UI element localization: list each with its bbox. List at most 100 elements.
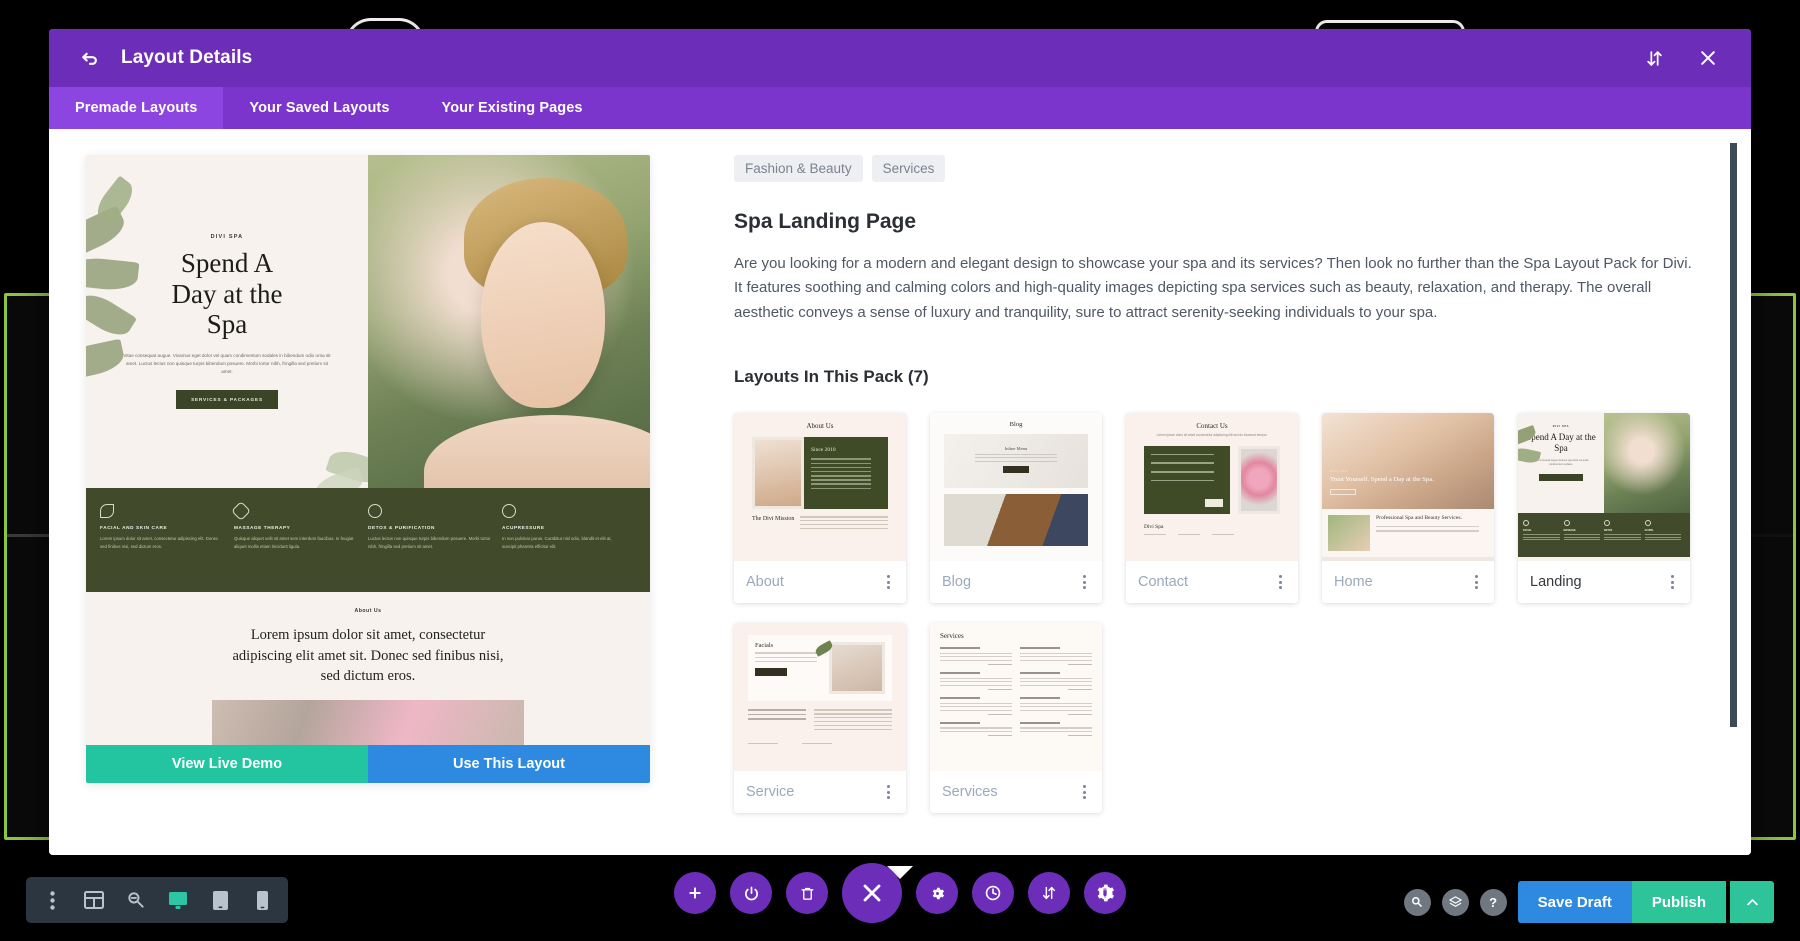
layout-card-name: Landing <box>1530 574 1582 591</box>
layout-card-contact[interactable]: Contact Us Lorem ipsum dolor sit amet co… <box>1126 413 1298 604</box>
close-icon[interactable] <box>1691 41 1725 75</box>
more-options-icon[interactable] <box>1079 781 1090 803</box>
layout-thumbnail: Contact Us Lorem ipsum dolor sit amet co… <box>1126 413 1298 562</box>
view-live-demo-button[interactable]: View Live Demo <box>86 745 368 783</box>
layout-card-footer: About <box>734 561 906 604</box>
layout-card-landing[interactable]: DIVI SPA Spend A Day at the Spa Vitae co… <box>1518 413 1690 604</box>
plugin-gear-icon[interactable] <box>1084 872 1126 914</box>
sort-icon[interactable] <box>1028 872 1070 914</box>
preview-heading-line-2: Day at the <box>171 278 283 309</box>
thumb-photo <box>752 437 804 510</box>
layout-card-services[interactable]: Services Services <box>930 623 1102 814</box>
layout-card-name: Contact <box>1138 574 1188 591</box>
preview-feature-title: MASSAGE THERAPY <box>234 525 291 530</box>
preview-feature-band: FACIAL AND SKIN CARE Lorem ipsum dolor s… <box>86 488 650 592</box>
layers-icon[interactable] <box>1441 888 1469 916</box>
layout-thumbnail: DIVI SPA Treat Yourself. Spend a Day at … <box>1322 413 1494 562</box>
use-this-layout-button[interactable]: Use This Layout <box>368 745 650 783</box>
builder-dock <box>674 863 1126 923</box>
layout-card-footer: Services <box>930 771 1102 814</box>
wireframe-icon[interactable] <box>74 880 114 920</box>
vertical-scrollbar[interactable] <box>1730 143 1737 727</box>
tag-fashion-beauty[interactable]: Fashion & Beauty <box>734 155 863 182</box>
preview-feature-item: ACUPRESSURE In non pulvinar purus. Curab… <box>502 504 636 592</box>
search-icon[interactable] <box>1403 888 1431 916</box>
preview-feature-item: MASSAGE THERAPY Quisque aliquet velit si… <box>231 501 368 592</box>
preview-feature-title: DETOX & PURIFICATION <box>368 525 436 530</box>
tab-your-saved-layouts-label: Your Saved Layouts <box>249 100 390 116</box>
desktop-icon[interactable] <box>158 880 198 920</box>
more-options-icon[interactable] <box>1275 571 1286 593</box>
more-options-icon[interactable] <box>1079 571 1090 593</box>
trash-icon[interactable] <box>786 872 828 914</box>
thumb-subtitle: Treat Yourself. Spend a Day at the Spa. <box>1330 476 1434 484</box>
preview-heading-line-3: Spa <box>206 309 248 340</box>
plus-icon[interactable] <box>674 872 716 914</box>
save-draft-button[interactable]: Save Draft <box>1517 881 1632 923</box>
thumb-subtitle: Divi Spa <box>1144 523 1164 530</box>
layout-thumbnail: About Us Since 2010 The Divi Mission <box>734 413 906 562</box>
preview-hero-image <box>368 155 650 488</box>
preview-action-bar: View Live Demo Use This Layout <box>86 745 650 783</box>
tag-list: Fashion & Beauty Services <box>734 155 1711 182</box>
page-title: Layout Details <box>121 47 253 68</box>
history-icon[interactable] <box>972 872 1014 914</box>
tablet-icon[interactable] <box>200 880 240 920</box>
preview-feature-item: FACIAL AND SKIN CARE Lorem ipsum dolor s… <box>100 504 234 592</box>
preview-about-line-1: Lorem ipsum dolor sit amet, consectetur <box>250 627 486 643</box>
more-options-icon[interactable] <box>883 781 894 803</box>
chevron-up-icon[interactable] <box>1730 881 1774 923</box>
layout-card-blog[interactable]: Blog Inline Menu Blog <box>930 413 1102 604</box>
model-face <box>480 221 605 409</box>
layout-thumbnail: Blog Inline Menu <box>930 413 1102 562</box>
preview-kicker: DIVI SPA <box>210 234 244 241</box>
close-x-icon[interactable] <box>842 863 902 923</box>
preview-about-line-2: adipiscing elit amet sit. Donec sed fini… <box>232 647 504 664</box>
preview-about-heading: Lorem ipsum dolor sit amet, consectetur … <box>86 625 650 687</box>
preview-about-line-3: sed dictum eros. <box>320 668 416 685</box>
layout-card-about[interactable]: About Us Since 2010 The Divi Mission Abo… <box>734 413 906 604</box>
tag-services[interactable]: Services <box>871 155 946 182</box>
more-options-icon[interactable] <box>1471 571 1482 593</box>
preview-about-section: About Us Lorem ipsum dolor sit amet, con… <box>86 592 650 766</box>
power-icon[interactable] <box>730 872 772 914</box>
layout-thumbnail: Facials <box>734 623 906 772</box>
tab-premade-layouts[interactable]: Premade Layouts <box>49 87 224 129</box>
more-vertical-icon[interactable] <box>32 880 72 920</box>
thumb-photo <box>829 642 885 695</box>
more-options-icon[interactable] <box>883 571 894 593</box>
tab-your-existing-pages[interactable]: Your Existing Pages <box>416 87 609 129</box>
screen: Layout Details Premade Layouts Your Save… <box>0 0 1800 941</box>
help-icon[interactable]: ? <box>1479 888 1507 916</box>
builder-left-toolbar <box>26 877 288 923</box>
preview-feature-body: In non pulvinar purus. Curabitur nisl od… <box>502 536 612 549</box>
layout-card-service[interactable]: Facials Service <box>734 623 906 814</box>
layout-card-footer: Contact <box>1126 561 1298 604</box>
layout-card-footer: Blog <box>930 561 1102 604</box>
layout-details-modal: Layout Details Premade Layouts Your Save… <box>49 29 1751 855</box>
layout-card-name: Services <box>942 784 998 801</box>
more-options-icon[interactable] <box>1667 571 1678 593</box>
builder-right-actions: ? Save Draft Publish <box>1403 881 1774 923</box>
modal-header: Layout Details <box>49 29 1751 87</box>
preview-feature-item: DETOX & PURIFICATION Luctus lectus non q… <box>368 504 502 592</box>
preview-cta-button: SERVICES & PACKAGES <box>176 389 278 409</box>
preview-heading: Spend A Day at the Spa <box>172 248 283 340</box>
zoom-out-icon[interactable] <box>116 880 156 920</box>
atom-icon <box>368 504 382 518</box>
back-arrow-icon[interactable] <box>75 43 105 73</box>
layout-card-home[interactable]: DIVI SPA Treat Yourself. Spend a Day at … <box>1322 413 1494 604</box>
preview-hero-text: DIVI SPA Spend A Day at the Spa Vitae co… <box>86 155 368 488</box>
sort-icon[interactable] <box>1637 41 1671 75</box>
gear-icon[interactable] <box>916 872 958 914</box>
preview-about-kicker: About Us <box>354 608 382 614</box>
layout-thumbnail: DIVI SPA Spend A Day at the Spa Vitae co… <box>1518 413 1690 562</box>
preview-hero: DIVI SPA Spend A Day at the Spa Vitae co… <box>86 155 650 488</box>
thumb-subtitle: Spend A Day at the Spa <box>1526 432 1596 453</box>
preview-feature-body: Lorem ipsum dolor sit amet, consectetur … <box>100 536 219 549</box>
tab-your-saved-layouts[interactable]: Your Saved Layouts <box>223 87 415 129</box>
phone-icon[interactable] <box>242 880 282 920</box>
publish-button[interactable]: Publish <box>1631 881 1726 923</box>
layout-preview-column: DIVI SPA Spend A Day at the Spa Vitae co… <box>49 129 670 855</box>
layout-card-grid: About Us Since 2010 The Divi Mission Abo… <box>734 413 1711 814</box>
